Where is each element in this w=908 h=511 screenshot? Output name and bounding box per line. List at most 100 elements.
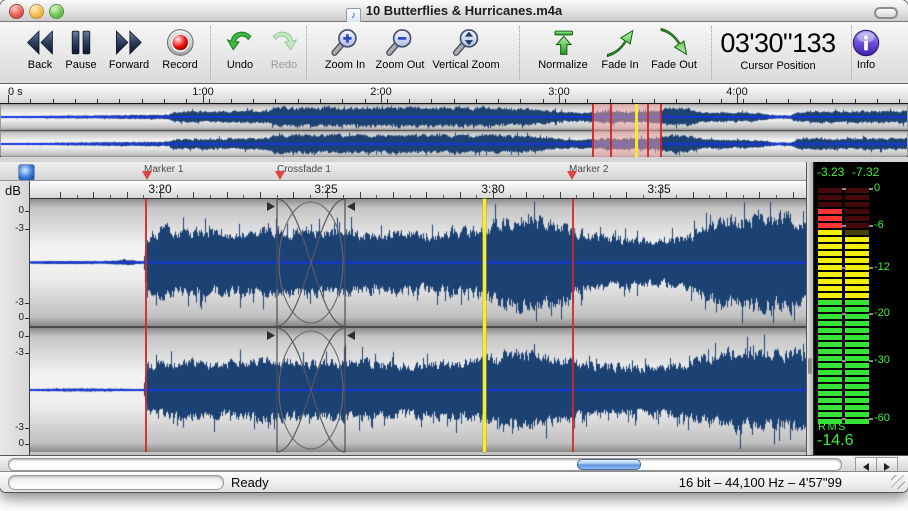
meter-scale-tick [842,360,846,362]
forward-button[interactable]: Forward [109,27,149,71]
resize-grip[interactable] [891,475,905,489]
scrollbar-track[interactable] [8,458,842,471]
ruler-half-tick [676,195,677,199]
meter-segment [845,349,869,354]
meter-segment [818,349,842,354]
meter-segment [845,314,869,319]
overview-selection-region[interactable] [592,104,661,157]
ruler-half-tick [476,195,477,199]
overview-marker-line [660,104,662,157]
ruler-minor-tick [431,99,432,103]
ruler-second-tick [360,192,361,198]
window-title-text: 10 Butterflies & Hurricanes.m4a [366,3,563,18]
db-scale-tick [25,444,29,445]
meter-segment [845,209,869,214]
fade-out-button[interactable]: Fade Out [651,27,697,71]
ruler-major-tick [559,95,560,103]
pause-label: Pause [65,59,97,71]
crossfade-region[interactable] [265,199,357,452]
crossfade-right-handle[interactable] [347,202,355,211]
zoom-window-button[interactable] [49,4,64,19]
redo-button[interactable]: Redo [268,27,300,71]
meter-segment [818,356,842,361]
meter-segment [818,279,842,284]
ruler-minor-tick [142,99,143,103]
overview-marker-line [610,104,612,157]
meter-segment [845,307,869,312]
ruler-minor-tick [476,99,477,103]
scrollbar-thumb[interactable] [577,459,641,470]
overview-selection-overlay [0,104,908,157]
toolbar-toggle-button[interactable] [874,7,898,19]
meter-segment [845,377,869,382]
ruler-minor-tick [30,99,31,103]
horizontal-scrollbar[interactable] [0,455,908,471]
ruler-minor-tick [899,99,900,103]
meter-segment [818,223,842,228]
db-scale-value: -3 [4,297,24,308]
editor-timeline-ruler[interactable]: 3:203:253:303:35 [30,181,806,199]
record-button[interactable]: Record [162,27,197,71]
peak-value-left: -3.23 [817,165,844,179]
ruler-major-tick [203,95,204,103]
rms-value: -14.6 [817,432,853,450]
meter-segment [818,384,842,389]
crossfade-left-handle[interactable] [267,331,275,340]
overview-waveform[interactable] [0,104,908,157]
meter-scale-tick [842,225,846,227]
ruler-half-tick [77,195,78,199]
marker-flag-icon[interactable] [142,171,152,180]
ruler-minor-tick [676,99,677,103]
waveform-editor[interactable] [30,199,806,452]
pause-button[interactable]: Pause [65,27,97,71]
cursor-position-value: 03'30"133 [720,27,835,59]
meter-segment [818,230,842,235]
zoom-out-button[interactable]: Zoom Out [376,27,425,71]
ruler-major-tick [737,95,738,103]
ruler-half-tick [277,195,278,199]
meter-segment [845,202,869,207]
close-button[interactable] [9,4,24,19]
title-bar[interactable]: ♪10 Butterflies & Hurricanes.m4a [0,0,908,22]
db-scale-tick [25,229,29,230]
ruler-minor-tick [119,99,120,103]
undo-button[interactable]: Undo [224,27,256,71]
audio-format-info: 16 bit – 44,100 Hz – 4'57"99 [679,475,842,490]
meter-segment [818,195,842,200]
marker-line [145,199,147,452]
meter-scale-tick [842,418,846,420]
meter-segment [845,223,869,228]
db-scale-value: -3 [4,347,24,358]
ruler-second-tick [593,192,594,198]
meter-segment [818,363,842,368]
ruler-half-tick [709,195,710,199]
meter-splitter[interactable] [806,162,814,455]
minimize-button[interactable] [29,4,44,19]
info-button[interactable]: Info [850,27,882,71]
crossfade-right-handle[interactable] [347,331,355,340]
overview-ruler-label: 0 s [8,86,23,98]
ruler-second-tick [127,192,128,198]
marker-flag-icon[interactable] [275,171,285,180]
marker-bar[interactable]: Marker 1Crossfade 1Marker 2 [0,162,806,181]
vertical-zoom-label: Vertical Zoom [432,59,499,71]
undo-label: Undo [224,59,256,71]
ruler-second-tick [626,192,627,198]
level-meter-panel: -3.23 -7.32 RMS -14.6 0-6-12-20-30-60 [814,162,908,455]
zoom-in-button[interactable]: Zoom In [325,27,365,71]
marker-flag-icon[interactable] [567,171,577,180]
vertical-zoom-button[interactable]: Vertical Zoom [432,27,499,71]
meter-scale-tick [869,267,873,269]
normalize-button[interactable]: Normalize [538,27,588,71]
ruler-half-tick [143,195,144,199]
meter-segment [818,272,842,277]
forward-icon [113,27,145,58]
meter-segment [845,265,869,270]
normalize-label: Normalize [538,59,588,71]
ruler-minor-tick [409,99,410,103]
scroll-right-icon [884,463,890,471]
fade-in-button[interactable]: Fade In [601,27,638,71]
splitter-grip-icon[interactable] [808,358,812,374]
back-button[interactable]: Back [24,27,56,71]
crossfade-left-handle[interactable] [267,202,275,211]
